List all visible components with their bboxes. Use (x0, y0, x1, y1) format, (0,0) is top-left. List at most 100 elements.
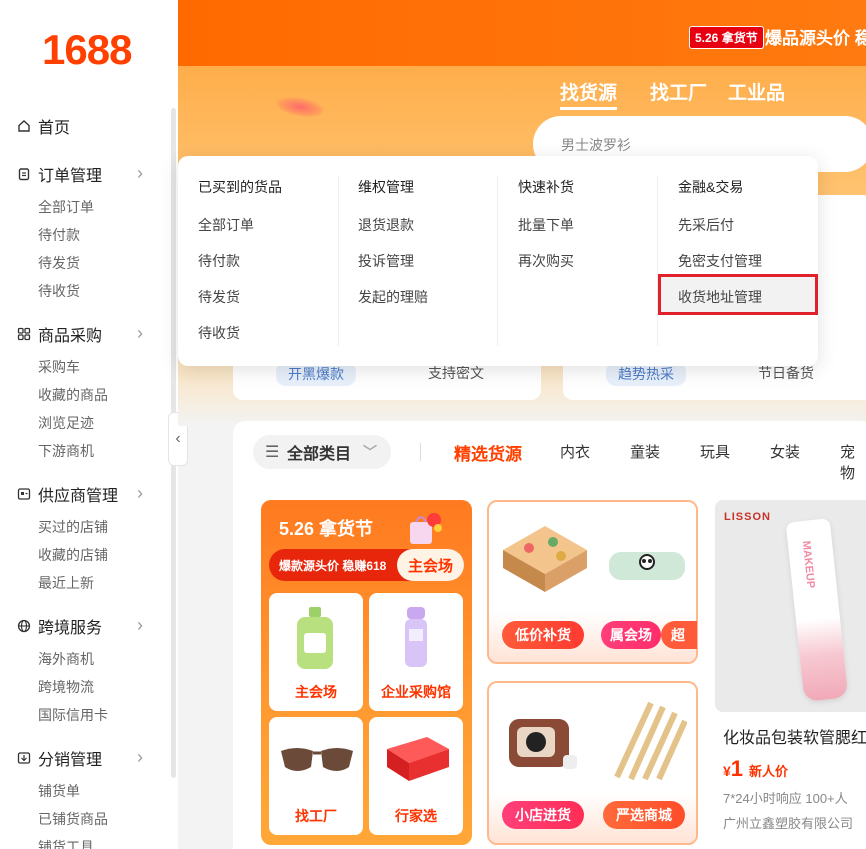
service-info: 7*24小时响应 100+人 (723, 791, 848, 806)
water-bottle-icon (405, 607, 427, 667)
shop-stock-button[interactable]: 小店进货 (502, 801, 584, 829)
category-featured[interactable]: 精选货源 (454, 440, 522, 465)
brushes-icon (614, 701, 687, 781)
category-item[interactable]: 童装 (630, 441, 660, 462)
gift-bag-icon (404, 508, 444, 548)
low-price-restock-button[interactable]: 低价补货 (502, 621, 584, 649)
menu-item[interactable]: 发起的理赔 (358, 287, 428, 307)
menu-item[interactable]: 待收货 (198, 323, 240, 343)
menu-item[interactable]: 先采后付 (678, 215, 734, 235)
menu-column-title[interactable]: 已买到的货品 (198, 177, 282, 197)
company-name[interactable]: 广州立鑫塑胶有限公司 (723, 813, 853, 832)
category-item[interactable]: 女装 (770, 441, 800, 462)
currency-symbol: ¥ (723, 763, 731, 779)
menu-item[interactable]: 待发货 (198, 287, 240, 307)
tab-industrial[interactable]: 工业品 (728, 78, 785, 105)
order-icon (17, 167, 31, 181)
logo-1688[interactable]: 1688 (42, 26, 132, 74)
sidebar-subitem[interactable]: 待发货 (38, 253, 80, 273)
sidebar: 1688 首页 订单管理 › 全部订单 待付款 待发货 待收货 商品采购 › 采… (0, 0, 178, 849)
detergent-bottle-icon (297, 607, 333, 669)
pencil-case-icon (609, 552, 685, 580)
sidebar-item-orders[interactable]: 订单管理 › (17, 163, 167, 185)
sidebar-item-label: 供应商管理 (38, 488, 119, 505)
sidebar-subitem[interactable]: 铺货单 (38, 781, 80, 801)
menu-item[interactable]: 再次购买 (518, 251, 574, 271)
festival-title: 5.26 拿货节 (279, 519, 374, 539)
tile-label: 行家选 (395, 808, 437, 824)
main-venue-button[interactable]: 主会场 (397, 549, 464, 581)
tile-expert-pick[interactable]: 行家选 (369, 717, 463, 835)
menu-item[interactable]: 退货退款 (358, 215, 414, 235)
sidebar-item-label: 跨境服务 (38, 620, 103, 637)
menu-item[interactable]: 投诉管理 (358, 251, 414, 271)
sidebar-subitem[interactable]: 采购车 (38, 357, 80, 377)
super-button[interactable]: 超 (661, 621, 697, 649)
tile-label: 找工厂 (295, 808, 337, 824)
all-categories-label: 全部类目 (287, 446, 352, 463)
sunglasses-icon (281, 748, 353, 771)
tile-enterprise[interactable]: 企业采购馆 (369, 593, 463, 711)
sidebar-subitem[interactable]: 收藏的店铺 (38, 545, 108, 565)
menu-column-title[interactable]: 快速补货 (518, 177, 574, 197)
sidebar-subitem[interactable]: 待收货 (38, 281, 80, 301)
sidebar-subitem[interactable]: 跨境物流 (38, 677, 94, 697)
venue-button[interactable]: 属会场 (601, 621, 661, 649)
menu-item-shipping-address[interactable]: 收货地址管理 (678, 287, 762, 307)
sidebar-subitem[interactable]: 浏览足迹 (38, 413, 94, 433)
category-item[interactable]: 宠物 (840, 441, 866, 483)
sidebar-item-label: 首页 (38, 120, 71, 137)
sidebar-item-label: 分销管理 (38, 752, 103, 769)
globe-icon (17, 619, 31, 633)
strict-selection-button[interactable]: 严选商城 (603, 801, 685, 829)
column-divider (497, 176, 498, 346)
gift-box-icon (387, 737, 449, 781)
promo-badge[interactable]: 5.26 拿货节 (689, 26, 764, 49)
sidebar-item-suppliers[interactable]: 供应商管理 › (17, 483, 167, 505)
distribution-icon (17, 751, 31, 765)
sidebar-subitem[interactable]: 已铺货商品 (38, 809, 108, 829)
menu-column-title[interactable]: 维权管理 (358, 177, 414, 197)
chevron-right-icon[interactable]: › (137, 615, 143, 636)
tile-main-venue[interactable]: 主会场 (269, 593, 363, 711)
sidebar-item-label: 商品采购 (38, 328, 103, 345)
menu-item[interactable]: 待付款 (198, 251, 240, 271)
supplier-icon (17, 487, 31, 501)
sidebar-subitem[interactable]: 收藏的商品 (38, 385, 108, 405)
menu-column-title[interactable]: 金融&交易 (678, 177, 743, 197)
category-item[interactable]: 内衣 (560, 441, 590, 462)
menu-item[interactable]: 批量下单 (518, 215, 574, 235)
menu-item[interactable]: 免密支付管理 (678, 251, 762, 271)
promo-text[interactable]: 爆品源头价 稳 (765, 24, 866, 49)
sidebar-subitem[interactable]: 海外商机 (38, 649, 94, 669)
chevron-left-icon: ‹ (175, 430, 181, 447)
menu-item[interactable]: 全部订单 (198, 215, 254, 235)
tab-find-goods[interactable]: 找货源 (560, 78, 618, 110)
sidebar-subitem[interactable]: 全部订单 (38, 197, 94, 217)
sidebar-item-purchase[interactable]: 商品采购 › (17, 323, 167, 345)
sidebar-subitem[interactable]: 铺货工具 (38, 837, 94, 849)
tube-text: MAKEUP (799, 540, 817, 589)
tile-find-factory[interactable]: 找工厂 (269, 717, 363, 835)
chevron-right-icon[interactable]: › (137, 163, 143, 184)
chevron-right-icon[interactable]: › (137, 747, 143, 768)
home-icon (17, 119, 31, 133)
sidebar-subitem[interactable]: 最近上新 (38, 573, 94, 593)
sidebar-subitem[interactable]: 下游商机 (38, 441, 94, 461)
sidebar-item-crossborder[interactable]: 跨境服务 › (17, 615, 167, 637)
product-price: ¥1 新人价 (723, 756, 788, 782)
tag-text[interactable]: 支持密文 (428, 363, 484, 383)
sidebar-item-home[interactable]: 首页 (17, 115, 70, 137)
sidebar-subitem[interactable]: 待付款 (38, 225, 80, 245)
chevron-down-icon: ﹀ (363, 444, 377, 460)
sidebar-subitem[interactable]: 买过的店铺 (38, 517, 108, 537)
sidebar-subitem[interactable]: 国际信用卡 (38, 705, 108, 725)
all-categories-dropdown[interactable]: ☰ 全部类目 ﹀ (253, 435, 391, 469)
category-item[interactable]: 玩具 (700, 441, 730, 462)
sidebar-item-distribution[interactable]: 分销管理 › (17, 747, 167, 769)
chevron-right-icon[interactable]: › (137, 483, 143, 504)
tab-find-factory[interactable]: 找工厂 (650, 78, 707, 105)
product-title[interactable]: 化妆品包装软管腮红 (723, 724, 866, 748)
tag-text[interactable]: 节日备货 (758, 363, 814, 383)
chevron-right-icon[interactable]: › (137, 323, 143, 344)
